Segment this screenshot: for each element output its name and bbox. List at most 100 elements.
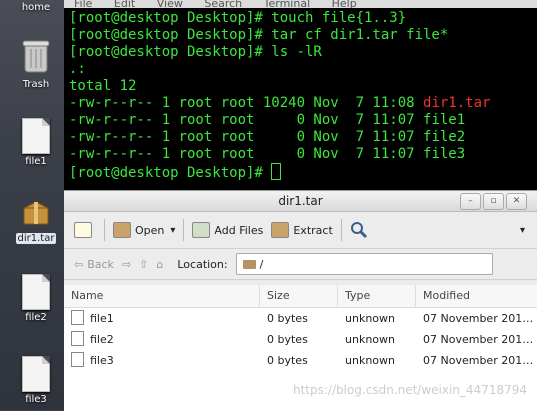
back-arrow-icon: ⇦	[74, 257, 84, 271]
forward-arrow-icon[interactable]: ⇨	[122, 258, 131, 271]
file-list: Name Size Type Modified file1 0 bytes un…	[64, 285, 537, 411]
terminal-window[interactable]: File Edit View Search Terminal Help [roo…	[64, 0, 537, 190]
toolbar-separator	[104, 219, 105, 241]
terminal-prompt: [root@desktop Desktop]#	[69, 165, 272, 181]
desktop-icon-file2[interactable]: file2	[8, 274, 64, 323]
column-header-name[interactable]: Name	[64, 285, 260, 307]
file-icon	[22, 356, 50, 392]
archive-box-icon	[23, 201, 49, 225]
file-name: file1	[90, 312, 114, 325]
ls-entry-meta: -rw-r--r-- 1 root root 10240 Nov 7 11:08	[69, 95, 424, 111]
ls-entry-filename: dir1.tar	[423, 95, 491, 111]
back-button[interactable]: ⇦ Back	[74, 258, 114, 271]
desktop-icon-file1[interactable]: file1	[8, 118, 64, 167]
ls-entry-filename: file1	[423, 112, 466, 128]
modified-cell: 07 November 201…	[423, 354, 534, 367]
terminal-line: [root@desktop Desktop]# touch file{1..3}	[69, 10, 407, 26]
back-label: Back	[87, 257, 114, 271]
file-name: file3	[90, 354, 114, 367]
menu-search[interactable]: Search	[204, 0, 242, 8]
add-files-button[interactable]: Add Files	[192, 222, 263, 238]
search-icon	[350, 222, 367, 239]
open-label: Open	[135, 223, 165, 237]
name-cell: file3	[64, 350, 260, 371]
find-button[interactable]	[350, 221, 368, 239]
open-button[interactable]: Open ▾	[113, 222, 175, 238]
trash-icon	[22, 40, 50, 73]
location-field[interactable]: /	[235, 253, 493, 275]
menu-terminal[interactable]: Terminal	[264, 0, 311, 8]
ls-entry-filename: file3	[423, 146, 466, 162]
table-row[interactable]: file2 0 bytes unknown 07 November 201…	[64, 329, 537, 350]
modified-cell: 07 November 201…	[423, 312, 534, 325]
new-archive-button[interactable]	[74, 222, 96, 238]
file-icon	[71, 352, 84, 367]
desktop-icon-file3[interactable]: file3	[8, 356, 64, 405]
column-header-type[interactable]: Type	[338, 285, 416, 307]
desktop-icon-trash[interactable]: Trash	[8, 38, 64, 90]
toolbar-separator	[340, 219, 342, 241]
size-cell: 0 bytes	[267, 354, 308, 367]
menu-edit[interactable]: Edit	[114, 0, 135, 8]
desktop-icon-home[interactable]: home	[8, 0, 64, 13]
ls-entry-meta: -rw-r--r-- 1 root root 0 Nov 7 11:07	[69, 146, 424, 162]
menu-view[interactable]: View	[157, 0, 183, 8]
file-icon	[71, 310, 84, 325]
up-arrow-icon[interactable]: ⇧	[139, 258, 148, 271]
new-archive-icon	[74, 222, 92, 238]
type-cell: unknown	[345, 312, 395, 325]
terminal-menubar: File Edit View Search Terminal Help	[64, 0, 537, 8]
modified-cell: 07 November 201…	[423, 333, 534, 346]
desktop-icon-label: home	[21, 2, 51, 13]
menu-chevron-down-icon[interactable]: ▾	[520, 225, 525, 236]
file-icon	[22, 274, 50, 310]
name-cell: file1	[64, 308, 260, 329]
location-label: Location:	[177, 257, 228, 271]
desktop-icon-label: dir1.tar	[15, 233, 57, 244]
size-cell: 0 bytes	[267, 312, 308, 325]
maximize-button[interactable]: ▫	[483, 193, 504, 210]
desktop-icon-dir1-tar[interactable]: dir1.tar	[8, 198, 64, 244]
column-header-modified[interactable]: Modified	[416, 285, 537, 307]
chevron-down-icon[interactable]: ▾	[170, 225, 175, 236]
terminal-line: .:	[69, 61, 86, 77]
desktop-icon-label: file1	[25, 156, 47, 167]
ls-listing: -rw-r--r-- 1 root root 10240 Nov 7 11:08…	[69, 95, 537, 163]
ls-entry: -rw-r--r-- 1 root root 10240 Nov 7 11:08…	[69, 95, 537, 112]
file-list-header: Name Size Type Modified	[64, 285, 537, 308]
archive-manager-window: dir1.tar – ▫ ✕ Open ▾ Add Files Extract	[64, 190, 537, 411]
type-cell: unknown	[345, 333, 395, 346]
home-icon[interactable]: ⌂	[156, 258, 163, 271]
table-row[interactable]: file1 0 bytes unknown 07 November 201…	[64, 308, 537, 329]
toolbar-separator	[183, 219, 185, 241]
ls-entry: -rw-r--r-- 1 root root 0 Nov 7 11:07 fil…	[69, 112, 537, 129]
type-cell: unknown	[345, 354, 395, 367]
menu-help[interactable]: Help	[332, 0, 357, 8]
ls-entry: -rw-r--r-- 1 root root 0 Nov 7 11:07 fil…	[69, 129, 537, 146]
minimize-button[interactable]: –	[460, 193, 481, 210]
extract-icon	[271, 222, 290, 238]
desktop-icon-label: Trash	[22, 79, 50, 90]
column-header-size[interactable]: Size	[260, 285, 338, 307]
add-files-label: Add Files	[214, 223, 264, 237]
location-bar: ⇦ Back ⇨ ⇧ ⌂ Location: /	[64, 249, 537, 280]
terminal-line: total 12	[69, 78, 137, 94]
ls-entry-meta: -rw-r--r-- 1 root root 0 Nov 7 11:07	[69, 129, 424, 145]
ls-entry: -rw-r--r-- 1 root root 0 Nov 7 11:07 fil…	[69, 146, 537, 163]
terminal-line: [root@desktop Desktop]# ls -lR	[69, 44, 322, 60]
open-archive-icon	[113, 222, 131, 238]
ls-entry-meta: -rw-r--r-- 1 root root 0 Nov 7 11:07	[69, 112, 424, 128]
toolbar: Open ▾ Add Files Extract ▾	[64, 212, 537, 249]
desktop-icon-label: file2	[25, 312, 47, 323]
desktop-icon-label: file3	[25, 394, 47, 405]
window-titlebar[interactable]: dir1.tar – ▫ ✕	[64, 191, 537, 212]
close-button[interactable]: ✕	[506, 193, 527, 210]
table-row[interactable]: file3 0 bytes unknown 07 November 201…	[64, 350, 537, 371]
terminal-output: [root@desktop Desktop]# touch file{1..3}…	[64, 8, 537, 182]
menu-file[interactable]: File	[74, 0, 92, 8]
terminal-prompt-line[interactable]: [root@desktop Desktop]#	[69, 163, 537, 182]
name-cell: file2	[64, 329, 260, 350]
folder-icon	[242, 259, 256, 269]
extract-button[interactable]: Extract	[271, 222, 333, 238]
add-files-icon	[192, 222, 211, 238]
